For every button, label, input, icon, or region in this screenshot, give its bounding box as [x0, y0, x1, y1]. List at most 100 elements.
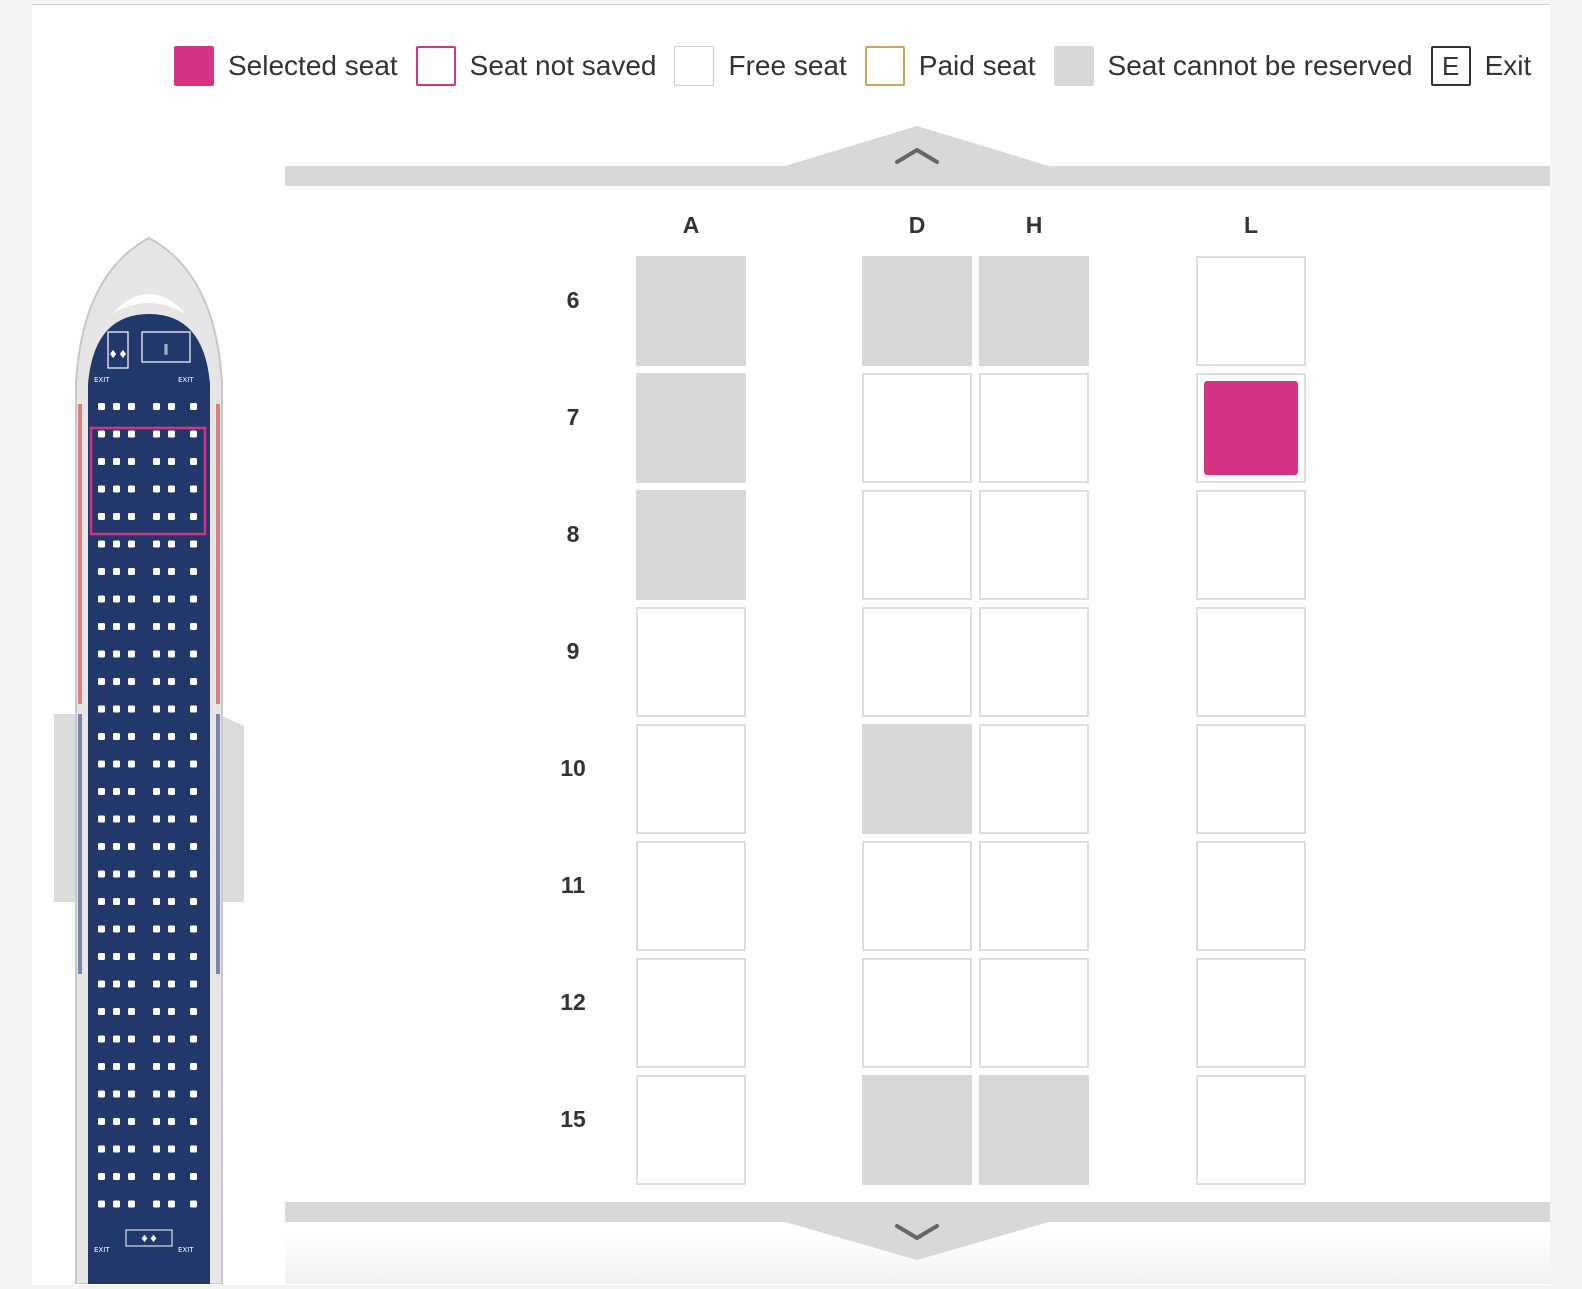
seat-11d[interactable]: [862, 841, 972, 951]
minimap-seat-dot: [153, 513, 160, 520]
seat-11h[interactable]: [979, 841, 1089, 951]
minimap-seat-dot: [153, 1173, 160, 1180]
minimap-seat-dot: [168, 953, 175, 960]
seat-15l[interactable]: [1196, 1075, 1306, 1185]
seat-9l[interactable]: [1196, 607, 1306, 717]
minimap-seat-dot: [168, 1008, 175, 1015]
seat-9d[interactable]: [862, 607, 972, 717]
minimap-seat-dot: [190, 843, 197, 850]
minimap-seat-dot: [113, 1200, 120, 1208]
legend-label: Seat not saved: [469, 50, 657, 81]
minimap-seat-dot: [190, 1008, 197, 1015]
minimap-seat-dot: [153, 595, 160, 603]
minimap-seat-dot: [153, 623, 160, 630]
minimap-seat-dot: [128, 485, 135, 493]
minimap-seat-dot: [113, 1063, 120, 1070]
minimap-seat-dot: [190, 513, 197, 520]
seat-9a[interactable]: [636, 607, 746, 717]
minimap-seat-dot: [113, 870, 120, 878]
row-label: 6: [566, 287, 580, 313]
minimap-seat-dot: [190, 925, 197, 933]
seat-11l[interactable]: [1196, 841, 1306, 951]
seat-6a: [636, 256, 746, 366]
minimap-seat-dot: [98, 815, 105, 823]
seat-6h: [979, 256, 1089, 366]
minimap-seat-dot: [98, 898, 105, 905]
rear-exit-label-right: EXIT: [178, 1246, 194, 1254]
seat-8l[interactable]: [1196, 490, 1306, 600]
seat-9h[interactable]: [979, 607, 1089, 717]
minimap-seat-dot: [153, 678, 160, 685]
minimap-seat-dot: [113, 953, 120, 960]
minimap-seat-dot: [128, 430, 135, 438]
minimap-seat-dot: [113, 898, 120, 905]
minimap-seat-dot: [168, 430, 175, 438]
minimap-seat-dot: [168, 1035, 175, 1043]
seat-10l[interactable]: [1196, 724, 1306, 834]
seat-15h: [979, 1075, 1089, 1185]
minimap-seat-dot: [98, 788, 105, 795]
minimap-seat-dot: [98, 953, 105, 960]
scroll-down-button[interactable]: [285, 1200, 1550, 1262]
svg-text:‖: ‖: [163, 342, 169, 355]
aircraft-minimap[interactable]: ♦♦ ‖ EXIT EXIT ♦♦ EXIT EXIT: [52, 234, 246, 1285]
minimap-seat-dot: [153, 540, 160, 548]
minimap-seat-dot: [98, 1008, 105, 1015]
paid-seat-swatch: [864, 46, 905, 86]
minimap-seat-dot: [98, 870, 105, 878]
minimap-seat-dot: [168, 1090, 175, 1098]
minimap-seat-dot: [190, 1063, 197, 1070]
seat-7d[interactable]: [862, 373, 972, 483]
minimap-seat-dot: [98, 568, 105, 575]
seat-10h[interactable]: [979, 724, 1089, 834]
scroll-up-button[interactable]: [285, 126, 1550, 188]
minimap-seat-dot: [168, 623, 175, 630]
seat-12d[interactable]: [862, 958, 972, 1068]
minimap-seat-dot: [153, 1035, 160, 1043]
minimap-seat-dot: [98, 760, 105, 768]
seat-7h[interactable]: [979, 373, 1089, 483]
legend-free-seat: Free seat: [674, 46, 847, 86]
minimap-seat-dot: [168, 705, 175, 713]
minimap-seat-dot: [153, 430, 160, 438]
minimap-seat-dot: [168, 568, 175, 575]
minimap-seat-dot: [113, 980, 120, 988]
seat-8d[interactable]: [862, 490, 972, 600]
free-seat-swatch: [674, 46, 715, 86]
seat-12l[interactable]: [1196, 958, 1306, 1068]
minimap-seat-dot: [168, 843, 175, 850]
minimap-seat-dot: [113, 1173, 120, 1180]
seat-10a[interactable]: [636, 724, 746, 834]
minimap-seat-dot: [128, 925, 135, 933]
minimap-seat-dot: [190, 650, 197, 658]
minimap-seat-dot: [190, 403, 197, 410]
seat-6l[interactable]: [1196, 256, 1306, 366]
minimap-seat-dot: [113, 925, 120, 933]
minimap-seat-dot: [153, 403, 160, 410]
seat-15a[interactable]: [636, 1075, 746, 1185]
minimap-seat-dot: [168, 815, 175, 823]
exit-label-right: EXIT: [178, 376, 194, 384]
fuselage-livery-left: [78, 404, 82, 704]
minimap-seat-dot: [128, 705, 135, 713]
minimap-seat-dot: [168, 733, 175, 740]
selected-seat-marker: [1204, 381, 1298, 475]
minimap-seat-dot: [113, 458, 120, 465]
row-label: 7: [566, 404, 580, 430]
minimap-seat-dot: [113, 1008, 120, 1015]
minimap-seat-dot: [153, 733, 160, 740]
seat-12h[interactable]: [979, 958, 1089, 1068]
seat-not-saved-swatch: [415, 46, 456, 86]
minimap-seat-dot: [128, 1090, 135, 1098]
row-label: 12: [560, 989, 586, 1015]
minimap-seat-dot: [153, 788, 160, 795]
seat-12a[interactable]: [636, 958, 746, 1068]
minimap-seat-dot: [113, 1035, 120, 1043]
seat-11a[interactable]: [636, 841, 746, 951]
minimap-seat-dot: [190, 485, 197, 493]
minimap-seat-dot: [153, 843, 160, 850]
seat-8h[interactable]: [979, 490, 1089, 600]
seat-7l[interactable]: [1196, 373, 1306, 483]
minimap-seat-dot: [113, 843, 120, 850]
minimap-seat-dot: [113, 1145, 120, 1153]
